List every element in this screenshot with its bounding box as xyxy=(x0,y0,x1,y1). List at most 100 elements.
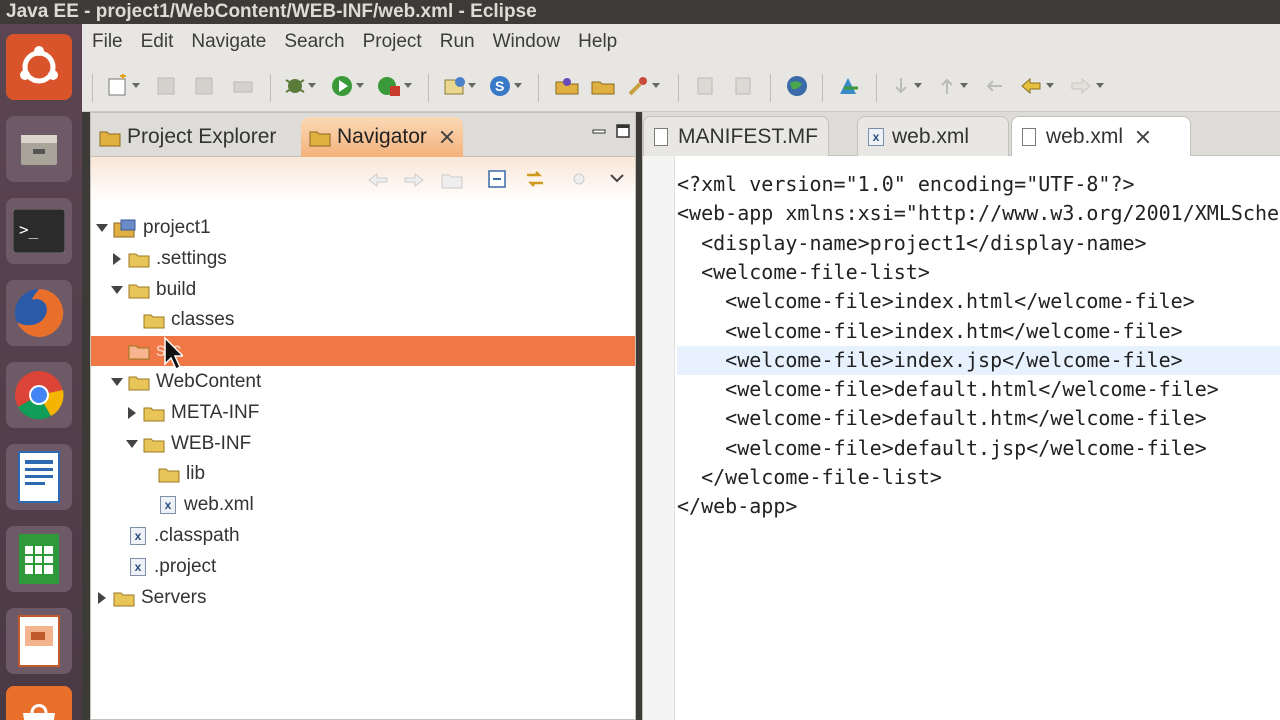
toggle-mark-icon[interactable] xyxy=(692,74,718,98)
files-icon[interactable] xyxy=(6,116,72,182)
toolbar-separator xyxy=(770,74,771,102)
collapsed-arrow-icon[interactable] xyxy=(95,591,109,605)
menu-navigate[interactable]: Navigate xyxy=(191,24,266,60)
tree-item[interactable]: WEB-INF xyxy=(91,429,635,459)
save-icon[interactable] xyxy=(154,74,180,98)
debug-icon[interactable] xyxy=(282,74,308,98)
expanded-arrow-icon[interactable] xyxy=(110,283,124,297)
forward-icon[interactable] xyxy=(1068,74,1094,98)
window-title: Java EE - project1/WebContent/WEB-INF/we… xyxy=(0,0,1280,24)
xml-source[interactable]: <?xml version="1.0" encoding="UTF-8"?> <w… xyxy=(677,156,1280,720)
tree-item[interactable]: META-INF xyxy=(91,398,635,428)
editor-tab-web-xml-1[interactable]: x web.xml xyxy=(857,116,1009,156)
editor-tabs: MANIFEST.MF x web.xml web.xml xyxy=(643,112,1280,156)
new-java-class-icon[interactable]: S xyxy=(488,74,514,98)
collapsed-arrow-icon[interactable] xyxy=(110,252,124,266)
impress-icon[interactable] xyxy=(6,608,72,674)
up-nav-icon[interactable] xyxy=(441,169,463,189)
menu-file[interactable]: File xyxy=(92,24,123,60)
ubuntu-dash-icon[interactable] xyxy=(6,34,72,100)
view-menu-icon[interactable] xyxy=(569,169,589,189)
toolbar-separator xyxy=(678,74,679,102)
minimize-icon[interactable] xyxy=(591,125,607,139)
tree-item-label: lib xyxy=(186,463,206,485)
software-center-icon[interactable] xyxy=(6,686,72,720)
debug-dropdown-icon[interactable] xyxy=(308,83,316,88)
tab-navigator[interactable]: Navigator xyxy=(301,117,463,157)
tree-item[interactable]: project1 xyxy=(91,213,635,243)
tree-item[interactable]: Servers xyxy=(91,583,635,613)
toggle-block-icon[interactable] xyxy=(730,74,756,98)
mouse-cursor-icon xyxy=(164,336,183,371)
code-line: <welcome-file>default.html</welcome-file… xyxy=(677,377,1219,402)
previous-annotation-dropdown-icon[interactable] xyxy=(960,83,968,88)
calc-icon[interactable] xyxy=(6,526,72,592)
tree-item[interactable]: x .classpath xyxy=(91,521,635,551)
back-icon[interactable] xyxy=(1018,74,1044,98)
tab-project-explorer[interactable]: Project Explorer xyxy=(91,117,284,157)
menu-help[interactable]: Help xyxy=(578,24,617,60)
chevron-down-icon[interactable] xyxy=(609,173,625,183)
web-browser-icon[interactable] xyxy=(784,74,810,98)
menu-run[interactable]: Run xyxy=(440,24,475,60)
back-nav-icon[interactable] xyxy=(367,171,389,189)
forward-nav-icon[interactable] xyxy=(403,171,425,189)
open-type-icon[interactable] xyxy=(554,74,580,98)
link-with-editor-icon[interactable] xyxy=(523,167,547,191)
expanded-arrow-icon[interactable] xyxy=(110,375,124,389)
doc-icon xyxy=(1022,127,1036,146)
back-dropdown-icon[interactable] xyxy=(1046,83,1054,88)
previous-annotation-icon[interactable] xyxy=(934,74,960,98)
close-icon[interactable] xyxy=(439,129,455,145)
tree-item[interactable]: classes xyxy=(91,305,635,335)
next-annotation-dropdown-icon[interactable] xyxy=(914,83,922,88)
toolbar-separator xyxy=(822,74,823,102)
deploy-icon[interactable] xyxy=(836,74,862,98)
editor-tab-manifest[interactable]: MANIFEST.MF xyxy=(643,116,829,156)
menu-search[interactable]: Search xyxy=(284,24,344,60)
chrome-icon[interactable] xyxy=(6,362,72,428)
menu-edit[interactable]: Edit xyxy=(141,24,174,60)
search-tool-dropdown-icon[interactable] xyxy=(652,83,660,88)
save-all-icon[interactable] xyxy=(192,74,218,98)
new-java-class-dropdown-icon[interactable] xyxy=(514,83,522,88)
run-dropdown-icon[interactable] xyxy=(356,83,364,88)
tree-item[interactable]: .settings xyxy=(91,244,635,274)
new-server-dropdown-icon[interactable] xyxy=(468,83,476,88)
project-explorer-icon xyxy=(99,131,121,147)
tree-item[interactable]: x .project xyxy=(91,552,635,582)
editor-tab-web-xml-2[interactable]: web.xml xyxy=(1011,116,1191,156)
writer-icon[interactable] xyxy=(6,444,72,510)
maximize-icon[interactable] xyxy=(615,123,631,139)
xml-file-icon: x xyxy=(130,557,146,576)
new-server-icon[interactable] xyxy=(442,74,468,98)
run-icon[interactable] xyxy=(330,74,356,98)
external-tools-dropdown-icon[interactable] xyxy=(404,83,412,88)
open-task-icon[interactable] xyxy=(590,74,616,98)
menu-project[interactable]: Project xyxy=(363,24,422,60)
tree-item[interactable]: lib xyxy=(91,459,635,489)
tree-item[interactable]: x web.xml xyxy=(91,490,635,520)
print-icon[interactable] xyxy=(230,74,256,98)
next-annotation-icon[interactable] xyxy=(888,74,914,98)
xml-file-icon: x xyxy=(160,496,176,515)
external-tools-icon[interactable] xyxy=(376,74,402,98)
last-edit-icon[interactable] xyxy=(982,74,1008,98)
new-icon[interactable] xyxy=(106,74,132,98)
tree-item[interactable]: build xyxy=(91,275,635,305)
search-tool-icon[interactable] xyxy=(626,74,652,98)
close-icon[interactable] xyxy=(1135,129,1151,145)
tree-item-label: WebContent xyxy=(156,371,262,392)
menu-window[interactable]: Window xyxy=(493,24,561,60)
main-toolbar: S xyxy=(82,60,1280,112)
firefox-icon[interactable] xyxy=(6,280,72,346)
terminal-icon[interactable]: >_ xyxy=(6,198,72,264)
collapse-all-icon[interactable] xyxy=(487,169,507,189)
expanded-arrow-icon[interactable] xyxy=(125,437,139,451)
collapsed-arrow-icon[interactable] xyxy=(125,406,139,420)
new-dropdown-icon[interactable] xyxy=(132,83,140,88)
expanded-arrow-icon[interactable] xyxy=(95,221,109,235)
forward-dropdown-icon[interactable] xyxy=(1096,83,1104,88)
